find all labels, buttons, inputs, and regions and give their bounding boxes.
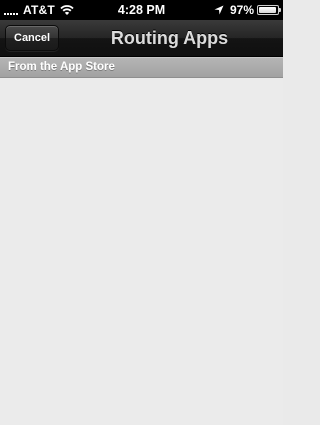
cancel-button[interactable]: Cancel	[5, 25, 60, 51]
status-right: 97%	[214, 3, 281, 17]
page-title: Routing Apps	[110, 28, 229, 48]
status-bar: AT&T 4:28 PM 97%	[0, 0, 283, 20]
battery-percent: 97%	[229, 3, 254, 17]
app-list[interactable]	[0, 78, 283, 425]
battery-level-fill	[259, 7, 277, 13]
section-title: From the App Store	[8, 61, 115, 73]
navigation-bar: Cancel Routing Apps	[0, 20, 283, 57]
battery-icon	[257, 5, 281, 15]
section-header: From the App Store	[0, 57, 283, 78]
screen: AT&T 4:28 PM 97% Cancel Routing Apps Fro…	[0, 0, 283, 425]
location-arrow-icon	[214, 5, 224, 15]
